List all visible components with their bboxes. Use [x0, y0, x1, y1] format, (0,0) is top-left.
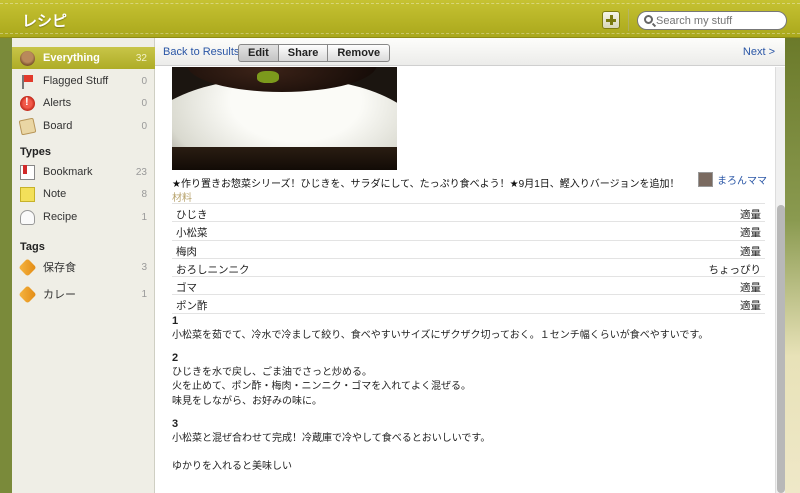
step: 3 小松菜と混ぜ合わせて完成！冷蔵庫で冷やして食べるとおいしいです。	[172, 417, 762, 446]
main-panel: Back to Results Edit Share Remove Next >…	[155, 38, 785, 493]
table-row: おろしニンニク ちょっぴり	[172, 259, 765, 278]
sidebar-item-everything[interactable]: Everything 32	[12, 47, 155, 69]
flag-icon	[20, 74, 35, 89]
next-link[interactable]: Next >	[743, 46, 775, 58]
everything-icon	[20, 50, 35, 66]
step: 1 小松菜を茹でて、冷水で冷まして絞り、食べやすいサイズにザクザク切っておく。１…	[172, 314, 762, 343]
sidebar-item-count: 1	[141, 211, 147, 223]
edit-button[interactable]: Edit	[238, 44, 279, 62]
bookmark-icon	[20, 164, 35, 180]
sidebar-item-label: Flagged Stuff	[43, 75, 109, 87]
step: 2 ひじきを水で戻し、ごま油でさっと炒める。 火を止めて、ポン酢・梅肉・ニンニク…	[172, 351, 762, 409]
remove-button[interactable]: Remove	[328, 44, 391, 62]
ingredient-name: ゴマ	[176, 282, 197, 295]
step-number: 2	[172, 352, 179, 364]
search-box[interactable]	[637, 11, 787, 30]
sidebar-item-board[interactable]: Board 0	[12, 115, 155, 137]
sidebar-item-label: Note	[43, 188, 67, 200]
table-row: 小松菜 適量	[172, 222, 765, 241]
table-row: ひじき 適量	[172, 204, 765, 223]
note-icon	[20, 186, 35, 202]
sidebar-item-label: Board	[43, 120, 73, 132]
ingredient-qty: 適量	[740, 209, 761, 221]
top-bar: レシピ	[0, 0, 800, 38]
sidebar-item-count: 3	[141, 261, 147, 273]
tag-icon	[18, 284, 37, 304]
scroll-thumb[interactable]	[777, 205, 785, 493]
sidebar-item-count: 8	[141, 188, 147, 200]
recipe-note: ゆかりを入れると美味しい	[172, 461, 292, 472]
recipe-steps: 1 小松菜を茹でて、冷水で冷まして絞り、食べやすいサイズにザクザク切っておく。１…	[172, 314, 762, 454]
sidebar-item-count: 0	[141, 97, 147, 109]
step-text: 味見をしながら、お好みの味に。	[172, 395, 322, 407]
sidebar-item-tag-curry[interactable]: カレー 1	[12, 283, 155, 305]
recipe-photo	[172, 67, 397, 170]
ingredient-name: ひじき	[176, 209, 208, 221]
step-number: 3	[172, 418, 179, 430]
sidebar-item-count: 23	[135, 166, 147, 178]
ingredient-qty: 適量	[740, 282, 761, 295]
sidebar-item-bookmark[interactable]: Bookmark 23	[12, 161, 155, 183]
avatar	[698, 171, 713, 187]
sidebar-item-count: 1	[141, 288, 147, 300]
table-row: ゴマ 適量	[172, 277, 765, 296]
share-button[interactable]: Share	[278, 44, 329, 62]
ingredient-name: おろしニンニク	[176, 263, 250, 276]
sidebar-item-count: 0	[141, 120, 147, 132]
sidebar-item-count: 32	[135, 52, 147, 64]
sidebar-item-label: カレー	[43, 289, 76, 301]
search-input[interactable]	[656, 13, 782, 28]
background-decoration	[785, 38, 800, 493]
ingredient-qty: 適量	[740, 245, 761, 258]
sidebar-item-tag-hozonshoku[interactable]: 保存食 3	[12, 256, 155, 278]
ingredient-qty: 適量	[740, 300, 761, 313]
action-buttons: Edit Share Remove	[238, 44, 391, 62]
sidebar-item-label: Alerts	[43, 97, 72, 109]
sidebar-item-label: Bookmark	[43, 166, 93, 178]
ingredient-name: 小松菜	[176, 227, 208, 240]
sidebar-item-flagged[interactable]: Flagged Stuff 0	[12, 70, 155, 92]
step-text: 小松菜と混ぜ合わせて完成！冷蔵庫で冷やして食べるとおいしいです。	[172, 432, 491, 444]
sidebar-item-label: Everything	[43, 52, 100, 64]
step-text: 小松菜を茹でて、冷水で冷まして絞り、食べやすいサイズにザクザク切っておく。１セン…	[172, 329, 709, 341]
author[interactable]: まろんママ	[698, 171, 767, 187]
sidebar-item-recipe[interactable]: Recipe 1	[12, 206, 155, 228]
recipe-description: ★作り置きお惣菜シリーズ！ひじきを、サラダにして、たっぷり食べよう！★9月1日、…	[172, 179, 680, 190]
back-to-results-link[interactable]: Back to Results	[163, 46, 239, 58]
ingredient-name: 梅肉	[176, 245, 197, 258]
table-row: 梅肉 適量	[172, 241, 765, 259]
header-divider	[628, 9, 629, 31]
step-text: ひじきを水で戻し、ごま油でさっと炒める。	[172, 366, 372, 378]
recipe-content: ★作り置きお惣菜シリーズ！ひじきを、サラダにして、たっぷり食べよう！★9月1日、…	[155, 67, 773, 493]
sidebar-item-count: 0	[141, 75, 147, 87]
sidebar-item-label: 保存食	[43, 262, 76, 274]
add-icon[interactable]	[602, 11, 620, 29]
ingredients-table: ひじき 適量 小松菜 適量 梅肉 適量 おろしニンニク ちょっぴり ゴマ 適量 …	[172, 203, 765, 314]
types-heading: Types	[20, 146, 51, 158]
recipe-icon	[20, 209, 35, 225]
tag-icon	[18, 257, 37, 277]
ingredient-qty: 適量	[740, 227, 761, 240]
sidebar: Everything 32 Flagged Stuff 0 Alerts 0 B…	[12, 38, 155, 493]
board-icon	[18, 117, 37, 135]
search-icon	[644, 15, 653, 24]
sidebar-item-alerts[interactable]: Alerts 0	[12, 92, 155, 114]
ingredient-qty: ちょっぴり	[708, 263, 762, 276]
step-number: 1	[172, 315, 179, 327]
scrollbar[interactable]	[775, 67, 785, 493]
sidebar-item-label: Recipe	[43, 211, 78, 223]
step-text: 火を止めて、ポン酢・梅肉・ニンニク・ゴマを入れてよく混ぜる。	[172, 381, 471, 392]
ingredient-name: ポン酢	[176, 300, 208, 313]
tags-heading: Tags	[20, 241, 45, 253]
table-row: ポン酢 適量	[172, 295, 765, 314]
app-title: レシピ	[22, 13, 68, 30]
author-name[interactable]: まろんママ	[717, 172, 767, 187]
toolbar: Back to Results Edit Share Remove Next >	[155, 38, 785, 66]
sidebar-item-note[interactable]: Note 8	[12, 183, 155, 205]
ingredients-title: 材料	[172, 193, 192, 204]
alert-icon	[20, 95, 35, 111]
